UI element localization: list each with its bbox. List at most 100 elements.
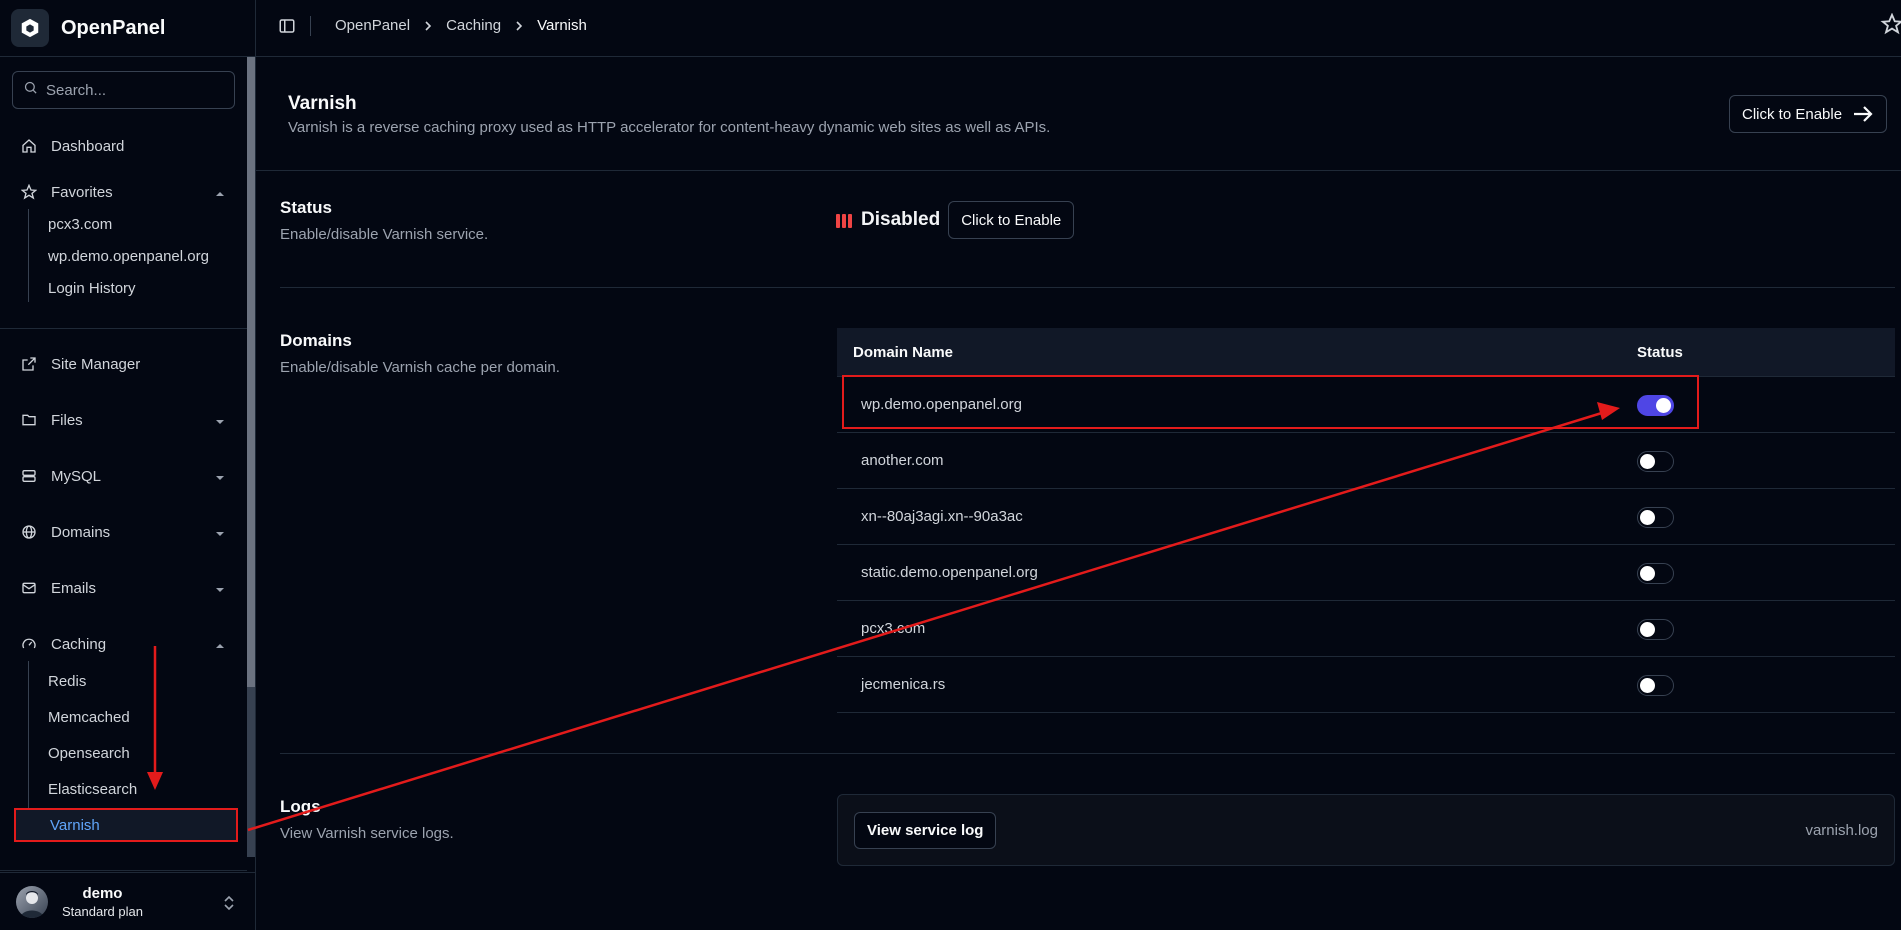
chevron-up-icon (215, 186, 225, 203)
section-divider (280, 287, 1895, 288)
table-row: jecmenica.rs (837, 657, 1895, 713)
brand[interactable]: OpenPanel (0, 0, 255, 57)
section-divider (280, 753, 1895, 754)
sidebar-item-label: Site Manager (51, 355, 141, 373)
page-title: Varnish (288, 93, 357, 114)
sidebar-item-favorites[interactable]: Favorites (10, 175, 235, 209)
sidebar-item-label: MySQL (51, 467, 102, 485)
search-icon (23, 80, 38, 100)
caching-item-elasticsearch[interactable]: Elasticsearch (38, 774, 137, 804)
domain-name: static.demo.openpanel.org (861, 564, 1038, 581)
sidebar-scrollbar-thumb[interactable] (247, 57, 255, 687)
varnish-toggle[interactable] (1637, 507, 1674, 528)
chevron-down-icon (215, 526, 225, 543)
view-service-log-button[interactable]: View service log (854, 812, 997, 849)
domains-section-description: Enable/disable Varnish cache per domain. (280, 359, 560, 376)
sidebar-item-mysql[interactable]: MySQL (10, 459, 235, 493)
sidebar-nav: Dashboard Favorites pcx3.com wp.demo.ope… (0, 57, 247, 871)
folder-icon (20, 411, 38, 429)
caching-item-opensearch[interactable]: Opensearch (38, 738, 130, 768)
favorite-item[interactable]: wp.demo.openpanel.org (38, 241, 209, 271)
favorite-item[interactable]: pcx3.com (38, 209, 112, 239)
status-section-description: Enable/disable Varnish service. (280, 226, 489, 243)
chevrons-up-down-icon (223, 895, 235, 916)
domain-name: another.com (861, 452, 944, 469)
chevron-down-icon (215, 414, 225, 431)
search-box[interactable] (12, 71, 235, 109)
arrow-right-icon (1852, 105, 1874, 127)
chevron-right-icon (515, 20, 523, 32)
sidebar-item-label: Varnish (50, 816, 100, 834)
database-icon (20, 467, 38, 485)
logs-section-description: View Varnish service logs. (280, 825, 454, 842)
user-plan: Standard plan (62, 903, 143, 919)
chevron-right-icon (424, 20, 432, 32)
page-header: Varnish Varnish is a reverse caching pro… (256, 57, 1901, 171)
column-domain-name: Domain Name (853, 343, 954, 361)
domain-name: xn--80aj3agi.xn--90a3ac (861, 508, 1023, 525)
varnish-toggle[interactable] (1637, 619, 1674, 640)
sidebar-toggle-icon[interactable] (278, 17, 296, 40)
sidebar-item-emails[interactable]: Emails (10, 571, 235, 605)
domain-name: jecmenica.rs (861, 676, 946, 693)
caching-item-redis[interactable]: Redis (38, 666, 86, 696)
table-row: static.demo.openpanel.org (837, 545, 1895, 601)
user-menu[interactable]: demo Standard plan (0, 872, 255, 930)
varnish-toggle[interactable] (1637, 675, 1674, 696)
sidebar-item-label: Domains (51, 523, 111, 541)
sidebar-item-site-manager[interactable]: Site Manager (10, 347, 235, 381)
breadcrumb-current: Varnish (537, 17, 587, 34)
sidebar-divider (0, 328, 247, 329)
breadcrumb-item[interactable]: OpenPanel (335, 17, 410, 34)
status-badge: Disabled (861, 209, 941, 230)
submenu-line (28, 209, 29, 302)
highlight-box (842, 375, 1699, 429)
table-row: pcx3.com (837, 601, 1895, 657)
topbar: OpenPanel Caching Varnish (256, 0, 1901, 57)
status-bars-icon (836, 213, 852, 228)
sidebar-item-caching[interactable]: Caching (10, 627, 235, 661)
home-icon (20, 137, 38, 155)
favorite-star-icon[interactable] (1879, 13, 1901, 40)
sidebar-item-domains[interactable]: Domains (10, 515, 235, 549)
breadcrumb-item[interactable]: Caching (446, 17, 501, 34)
table-header: Domain Name Status (837, 328, 1895, 377)
chevron-down-icon (215, 470, 225, 487)
globe-icon (20, 523, 38, 541)
sidebar-item-label: Caching (51, 635, 107, 653)
column-status: Status (1637, 343, 1683, 361)
sidebar-item-label: Emails (51, 579, 97, 597)
page-description: Varnish is a reverse caching proxy used … (288, 119, 1051, 136)
domain-name: pcx3.com (861, 620, 926, 637)
service-status: Disabled Click to Enable (836, 201, 1075, 239)
log-file-name: varnish.log (1805, 822, 1878, 839)
sidebar-item-files[interactable]: Files (10, 403, 235, 437)
chevron-down-icon (215, 582, 225, 599)
sidebar-item-dashboard[interactable]: Dashboard (10, 129, 235, 163)
gauge-icon (20, 635, 38, 653)
sidebar-item-label: Favorites (51, 183, 113, 201)
star-icon (20, 183, 38, 201)
caching-item-varnish[interactable]: Varnish (14, 808, 238, 842)
sidebar: OpenPanel Dashboard Favorites pcx3.com (0, 0, 256, 930)
varnish-toggle[interactable] (1637, 451, 1674, 472)
search-input[interactable] (46, 81, 226, 99)
status-section-title: Status (280, 198, 332, 217)
mail-icon (20, 579, 38, 597)
openpanel-logo-icon (11, 9, 49, 47)
enable-varnish-button[interactable]: Click to Enable (1729, 95, 1887, 133)
logs-section-title: Logs (280, 797, 321, 816)
domains-section-title: Domains (280, 331, 352, 350)
sidebar-divider (0, 870, 247, 871)
submenu-line (28, 661, 29, 811)
button-label: Click to Enable (1742, 105, 1843, 123)
chevron-up-icon (215, 638, 225, 655)
favorite-item[interactable]: Login History (38, 273, 136, 303)
sidebar-item-label: Dashboard (51, 137, 125, 155)
varnish-toggle[interactable] (1637, 563, 1674, 584)
topbar-separator (310, 16, 311, 36)
table-row: another.com (837, 433, 1895, 489)
breadcrumb: OpenPanel Caching Varnish (335, 17, 587, 34)
caching-item-memcached[interactable]: Memcached (38, 702, 130, 732)
status-enable-button[interactable]: Click to Enable (948, 201, 1075, 239)
